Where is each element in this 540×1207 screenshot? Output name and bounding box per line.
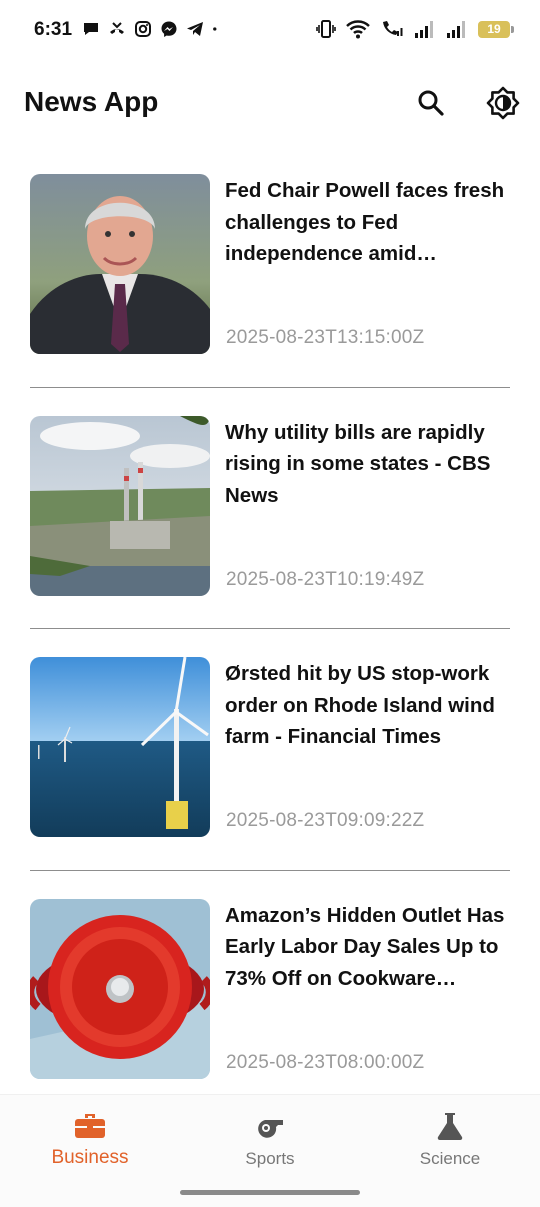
news-item[interactable]: Amazon’s Hidden Outlet Has Early Labor D… — [0, 871, 540, 1113]
notification-icons — [82, 20, 222, 38]
wind-turbine-image — [30, 657, 210, 837]
flask-icon — [437, 1113, 463, 1141]
news-title: Fed Chair Powell faces fresh challenges … — [225, 179, 505, 265]
news-item[interactable]: Why utility bills are rapidly rising in … — [0, 388, 540, 629]
news-thumbnail — [30, 415, 210, 596]
dutch-oven-image — [30, 898, 210, 1079]
signal-icon — [447, 21, 465, 38]
nav-item-business[interactable]: Business — [0, 1095, 180, 1195]
search-icon — [418, 90, 444, 116]
telegram-icon — [187, 22, 203, 36]
nav-item-science[interactable]: Science — [360, 1095, 540, 1195]
instagram-icon — [135, 21, 151, 37]
news-title: Why utility bills are rapidly rising in … — [225, 420, 491, 507]
news-date: 2025-08-23T13:15:00Z — [226, 327, 425, 348]
vibrate-icon — [316, 20, 336, 38]
news-date: 2025-08-23T10:19:49Z — [226, 568, 425, 590]
news-thumbnail — [30, 898, 210, 1079]
news-item[interactable]: Fed Chair Powell faces fresh challenges … — [0, 146, 540, 388]
wifi-calling-icon — [383, 21, 403, 36]
theme-toggle-button[interactable] — [484, 84, 522, 122]
news-thumbnail — [30, 657, 210, 837]
battery-level: 19 — [487, 22, 501, 36]
home-indicator[interactable] — [180, 1190, 360, 1195]
wifi-icon — [346, 20, 370, 39]
whistle-icon — [258, 1120, 283, 1138]
status-bar: 6:31 19 — [0, 0, 540, 62]
news-title: Amazon’s Hidden Outlet Has Early Labor D… — [225, 903, 505, 990]
chat-bubble-icon — [84, 23, 98, 35]
nav-item-sports[interactable]: Sports — [180, 1095, 360, 1195]
portrait-image — [30, 174, 210, 354]
news-date: 2025-08-23T09:09:22Z — [226, 810, 425, 831]
search-button[interactable] — [412, 84, 450, 122]
power-plant-image — [30, 415, 210, 596]
page-title: News App — [24, 86, 159, 117]
system-icons: 19 — [316, 18, 514, 40]
messenger-icon — [161, 21, 177, 37]
nav-label: Sports — [245, 1149, 295, 1168]
news-item[interactable]: Ørsted hit by US stop-work order on Rhod… — [0, 629, 540, 871]
brightness-icon — [486, 86, 520, 120]
missed-call-icon — [110, 22, 124, 34]
app-bar: News App — [0, 62, 540, 146]
news-list: Fed Chair Powell faces fresh challenges … — [0, 146, 540, 1112]
nav-label: Science — [419, 1149, 481, 1168]
news-thumbnail — [30, 174, 210, 354]
signal-icon — [415, 21, 433, 38]
dot-icon — [213, 27, 217, 31]
battery-indicator: 19 — [478, 20, 514, 38]
nav-label: Business — [51, 1147, 129, 1168]
briefcase-icon — [75, 1114, 105, 1138]
status-time: 6:31 — [34, 19, 73, 40]
news-title: Ørsted hit by US stop-work order on Rhod… — [225, 662, 495, 748]
news-date: 2025-08-23T08:00:00Z — [226, 1051, 425, 1073]
